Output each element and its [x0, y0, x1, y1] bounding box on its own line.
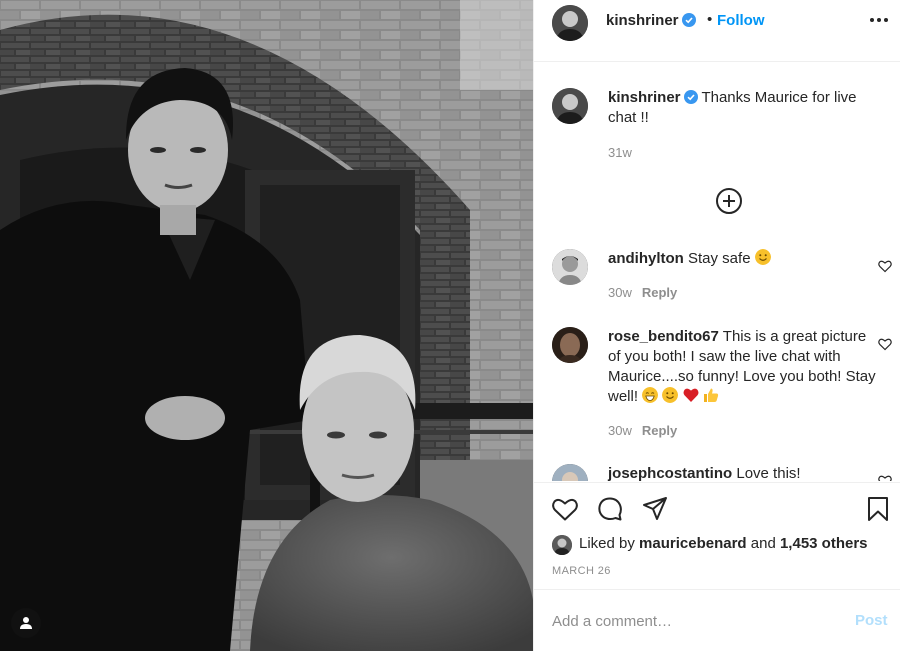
comment-time[interactable]: 30w: [608, 423, 632, 438]
comment-avatar[interactable]: [552, 249, 588, 285]
heart-icon[interactable]: [551, 495, 579, 523]
comment-username[interactable]: josephcostantino: [608, 465, 732, 481]
reply-button[interactable]: Reply: [642, 423, 677, 438]
header-separator: •: [707, 11, 713, 28]
author-avatar-image: [552, 5, 588, 41]
heart-icon[interactable]: [878, 259, 892, 273]
comment-input[interactable]: [552, 610, 832, 632]
comment-avatar-image: [552, 249, 588, 285]
author-username-text[interactable]: kinshriner: [606, 12, 679, 29]
share-icon[interactable]: [641, 495, 669, 523]
liker-avatar-image: [552, 535, 572, 555]
comments-list[interactable]: kinshriner Thanks Maurice for live chat …: [534, 63, 900, 481]
more-options-icon[interactable]: [870, 18, 888, 24]
comment-username[interactable]: rose_bendito67: [608, 328, 719, 345]
author-username[interactable]: kinshriner: [606, 12, 696, 29]
author-avatar[interactable]: [552, 5, 588, 41]
likes-summary: Liked by mauricebenard and 1,453 others: [552, 535, 868, 555]
heart-icon[interactable]: [878, 337, 892, 351]
comment-icon[interactable]: [596, 495, 624, 523]
caption-time[interactable]: 31w: [608, 145, 632, 160]
verified-badge-icon: [681, 13, 696, 27]
post-actions: Liked by mauricebenard and 1,453 others …: [534, 482, 900, 589]
caption-timestamp: 31w: [608, 145, 632, 160]
post-comment-button[interactable]: Post: [855, 612, 888, 629]
likes-others[interactable]: 1,453 others: [780, 535, 868, 552]
comment-avatar[interactable]: [552, 464, 588, 481]
comment-text: josephcostantino Love this!: [608, 464, 880, 481]
smiling-face-icon: [662, 387, 679, 403]
caption-username[interactable]: kinshriner: [608, 89, 681, 106]
caption-avatar-image: [552, 88, 588, 124]
comment-text: rose_bendito67 This is a great picture o…: [608, 327, 880, 407]
post-header: kinshriner • Follow: [534, 0, 900, 62]
caption-avatar[interactable]: [552, 88, 588, 124]
thumbs-up-icon: [703, 388, 718, 402]
comment-time[interactable]: 30w: [608, 285, 632, 300]
likes-prefix: Liked by: [579, 535, 635, 552]
post-sidebar: kinshriner • Follow kinshriner Thanks Ma…: [533, 0, 900, 651]
reply-button[interactable]: Reply: [642, 285, 677, 300]
comment-body: Love this!: [736, 465, 801, 481]
follow-button[interactable]: Follow: [717, 12, 765, 29]
bookmark-icon[interactable]: [864, 495, 892, 523]
grinning-face-icon: [642, 387, 659, 403]
comment-meta: 30w Reply: [608, 423, 677, 438]
user-tag-icon: [20, 617, 32, 629]
add-comment-bar: Post: [534, 589, 900, 651]
liker-avatar[interactable]: [552, 535, 572, 555]
caption-text: kinshriner Thanks Maurice for live chat …: [608, 88, 880, 128]
red-heart-icon: [683, 388, 699, 402]
user-tag-button[interactable]: [11, 608, 41, 638]
comment-text: andihylton Stay safe: [608, 249, 880, 269]
comment-avatar[interactable]: [552, 327, 588, 363]
comment-username[interactable]: andihylton: [608, 250, 684, 267]
comment-meta: 30w Reply: [608, 285, 677, 300]
comment-avatar-image: [552, 327, 588, 363]
post-photo[interactable]: [0, 0, 533, 651]
photo-image: [0, 0, 533, 651]
liker-username[interactable]: mauricebenard: [639, 535, 747, 552]
verified-badge-icon: [683, 90, 698, 104]
post-date[interactable]: MARCH 26: [552, 565, 611, 577]
likes-conjunction: and: [750, 535, 776, 552]
load-more-icon[interactable]: [715, 187, 743, 215]
smiling-face-icon: [754, 249, 771, 265]
comment-body: Stay safe: [688, 250, 751, 267]
comment-avatar-image: [552, 464, 588, 481]
heart-icon[interactable]: [878, 474, 892, 481]
